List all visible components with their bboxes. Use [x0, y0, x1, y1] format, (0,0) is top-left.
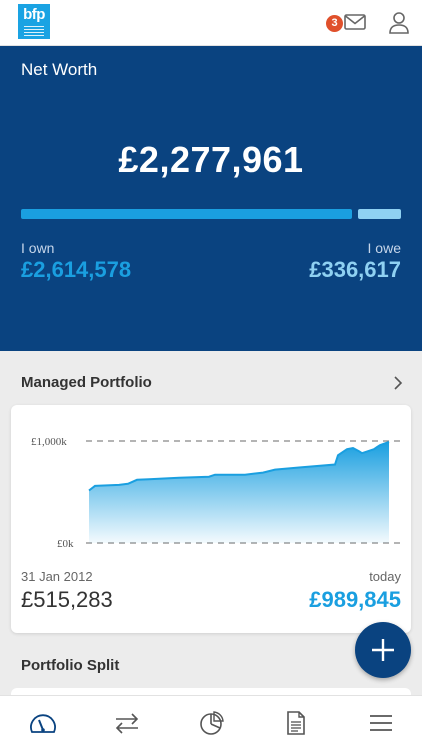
plus-icon — [372, 639, 394, 661]
portfolio-chart: £1,000k £0k — [11, 405, 411, 565]
end-value: £989,845 — [309, 587, 401, 612]
own-value: £2,614,578 — [21, 257, 132, 282]
top-bar: bfp 3 — [0, 0, 422, 46]
nav-transactions[interactable] — [84, 696, 168, 750]
pie-chart-icon — [200, 711, 224, 735]
managed-portfolio-title[interactable]: Managed Portfolio — [21, 374, 152, 391]
ytick-label-bottom: £0k — [57, 538, 74, 550]
bfp-logo[interactable]: bfp — [18, 4, 50, 39]
portfolio-chart-svg: £1,000k £0k — [31, 436, 401, 550]
document-icon — [287, 711, 305, 735]
hamburger-menu-icon — [370, 715, 392, 731]
transfer-arrows-icon — [115, 713, 139, 734]
net-worth-title: Net Worth — [21, 60, 98, 79]
notification-badge[interactable]: 3 — [326, 15, 343, 32]
start-date: 31 Jan 2012 — [21, 569, 93, 584]
own-bar — [21, 209, 352, 219]
bottom-nav — [0, 695, 422, 750]
mail-icon[interactable] — [344, 13, 366, 31]
ytick-label-top: £1,000k — [31, 436, 67, 448]
user-icon[interactable] — [388, 11, 410, 35]
portfolio-area — [89, 442, 389, 543]
net-worth-panel: Net Worth £2,277,961 I own £2,614,578 I … — [0, 46, 422, 351]
managed-portfolio-card[interactable]: £1,000k £0k 31 Jan 2012 £515,283 today £… — [11, 405, 411, 633]
portfolio-split-title[interactable]: Portfolio Split — [21, 657, 119, 674]
nav-dashboard[interactable] — [0, 696, 84, 750]
own-label: I own — [21, 240, 55, 256]
add-button[interactable] — [355, 622, 411, 678]
nav-allocation[interactable] — [169, 696, 253, 750]
end-label: today — [369, 569, 401, 584]
chevron-right-icon[interactable] — [392, 375, 404, 391]
owe-bar — [358, 209, 401, 219]
owe-value: £336,617 — [309, 257, 401, 282]
speedometer-icon — [30, 714, 56, 733]
logo-text: bfp — [23, 6, 45, 23]
nav-menu[interactable] — [338, 696, 422, 750]
logo-lines — [24, 26, 44, 38]
net-worth-total: £2,277,961 — [118, 139, 304, 180]
owe-label: I owe — [367, 240, 401, 256]
nav-documents[interactable] — [253, 696, 337, 750]
start-value: £515,283 — [21, 587, 113, 612]
